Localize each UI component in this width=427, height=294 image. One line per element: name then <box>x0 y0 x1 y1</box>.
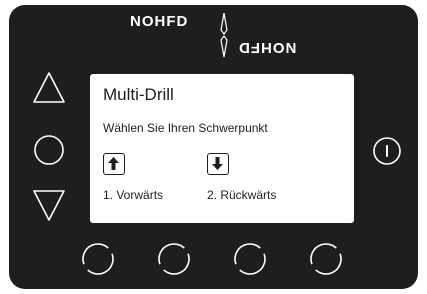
circle-button[interactable] <box>33 134 65 166</box>
brand-mark-icon <box>220 12 228 58</box>
soft-button-1[interactable] <box>80 241 116 277</box>
option-forward-label[interactable]: 1. Vorwärts <box>103 188 163 203</box>
soft-button-4[interactable] <box>308 241 344 277</box>
screen-prompt: Wählen Sie Ihren Schwerpunkt <box>103 121 268 135</box>
soft-button-2[interactable] <box>156 241 192 277</box>
brand-logo-mirrored: NOHFD <box>238 39 297 56</box>
brand-logo: NOHFD <box>130 13 189 30</box>
display-screen: Multi-Drill Wählen Sie Ihren Schwerpunkt… <box>90 74 354 223</box>
triangle-down-button[interactable] <box>31 188 67 224</box>
option-forward-arrow-up-icon[interactable] <box>103 153 125 175</box>
soft-button-3[interactable] <box>232 241 268 277</box>
triangle-up-button[interactable] <box>31 69 67 105</box>
option-backward-arrow-down-icon[interactable] <box>207 153 229 175</box>
controller-device: NOHFD NOHFD Multi-Drill Wählen Sie Ihren… <box>9 5 418 289</box>
power-button[interactable] <box>372 136 402 166</box>
option-backward-label[interactable]: 2. Rückwärts <box>207 188 276 203</box>
screen-title: Multi-Drill <box>103 85 174 104</box>
